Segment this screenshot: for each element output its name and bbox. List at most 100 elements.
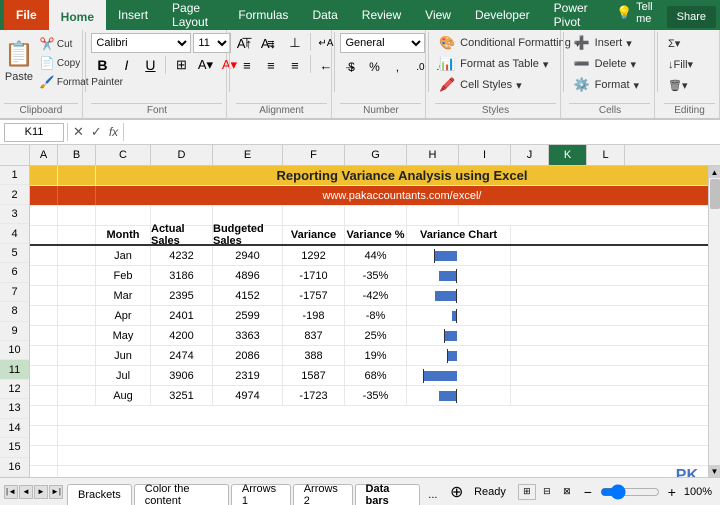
add-sheet-btn[interactable]: ⊕ [447,482,466,502]
col-header-f[interactable]: F [283,145,345,165]
align-center-button[interactable]: ≡ [260,55,282,75]
cancel-icon[interactable]: ✕ [71,124,86,140]
scroll-down-btn[interactable]: ▼ [709,465,720,477]
border-button[interactable]: ⊞ [170,55,192,75]
home-tab[interactable]: Home [49,0,106,30]
page-break-view-btn[interactable]: ⊠ [558,484,576,500]
share-btn[interactable]: Share [667,6,716,28]
italic-button[interactable]: I [115,55,137,75]
formula-input[interactable] [127,123,716,142]
underline-button[interactable]: U [139,55,161,75]
row-number-15[interactable]: 15 [0,438,29,457]
data-tab[interactable]: Data [300,0,349,30]
col-header-k[interactable]: K [549,145,587,165]
row-number-8[interactable]: 8 [0,302,29,321]
scroll-last-tab[interactable]: ►| [49,485,63,499]
row-number-12[interactable]: 12 [0,380,29,399]
row-number-3[interactable]: 3 [0,205,29,224]
scroll-next-tab[interactable]: ► [34,485,48,499]
format-as-table-button[interactable]: 📊 Format as Table ▾ [435,54,552,74]
row-number-14[interactable]: 14 [0,419,29,438]
formulas-tab[interactable]: Formulas [226,0,300,30]
accounting-button[interactable]: $ [340,57,362,77]
name-box[interactable] [4,123,64,142]
tell-me-btn[interactable]: 💡 Tell me [606,0,663,30]
empty-row-3 [30,206,708,226]
row-number-1[interactable]: 1 [0,166,29,185]
scroll-first-tab[interactable]: |◄ [4,485,18,499]
paste-button[interactable]: 📋 Paste [4,33,34,89]
insert-function-icon[interactable]: fx [107,125,120,139]
zoom-out-btn[interactable]: − [580,484,596,500]
row-number-13[interactable]: 13 [0,399,29,418]
page-layout-tab[interactable]: Page Layout [160,0,226,30]
fill-button[interactable]: ↓Fill▾ [664,54,697,74]
comma-button[interactable]: , [386,57,408,77]
bold-button[interactable]: B [91,55,113,75]
insert-tab[interactable]: Insert [106,0,160,30]
confirm-icon[interactable]: ✓ [89,124,104,140]
normal-view-btn[interactable]: ⊞ [518,484,536,500]
zoom-slider[interactable] [600,486,660,498]
insert-button[interactable]: ➕ Insert ▾ [569,33,635,53]
col-header-d[interactable]: D [151,145,213,165]
col-header-j[interactable]: J [511,145,549,165]
more-sheets-btn[interactable]: ... [422,484,443,505]
view-tab[interactable]: View [413,0,463,30]
row-number-4[interactable]: 4 [0,224,29,243]
row-number-10[interactable]: 10 [0,341,29,360]
col-header-h[interactable]: H [407,145,459,165]
number-format-select[interactable]: General [340,33,425,53]
col-header-i[interactable]: I [459,145,511,165]
ready-status: Ready [466,486,514,498]
data-row-jun: Jun 2474 2086 388 19% [30,346,708,366]
percent-button[interactable]: % [363,57,385,77]
zoom-in-btn[interactable]: + [664,484,680,500]
conditional-formatting-button[interactable]: 🎨 Conditional Formatting ▾ [435,33,584,53]
col-header-b[interactable]: B [58,145,96,165]
row-number-2[interactable]: 2 [0,185,29,204]
tab-color-content[interactable]: Color the content [134,484,229,505]
col-header-l[interactable]: L [587,145,625,165]
align-middle-button[interactable]: ≡ [260,33,282,53]
review-tab[interactable]: Review [350,0,413,30]
tab-arrows-2[interactable]: Arrows 2 [293,484,353,505]
col-header-g[interactable]: G [345,145,407,165]
format-button[interactable]: ⚙️ Format ▾ [569,75,643,95]
tab-brackets[interactable]: Brackets [67,484,132,505]
file-tab[interactable]: File [4,0,49,30]
align-top-button[interactable]: ⊤ [236,33,258,53]
row-number-5[interactable]: 5 [0,244,29,263]
cells-group: ➕ Insert ▾ ➖ Delete ▾ ⚙️ Format ▾ Cells [565,30,655,118]
align-bottom-button[interactable]: ⊥ [284,33,306,53]
font-size-select[interactable]: 11 [193,33,231,53]
autosum-button[interactable]: Σ▾ [664,33,684,53]
developer-tab[interactable]: Developer [463,0,542,30]
page-layout-view-btn[interactable]: ⊟ [538,484,556,500]
col-header-a[interactable]: A [30,145,58,165]
fill-color-button[interactable]: A▾ [194,55,216,75]
scroll-up-btn[interactable]: ▲ [709,166,720,178]
col-header-e[interactable]: E [213,145,283,165]
data-row-feb: Feb 3186 4896 -1710 -35% [30,266,708,286]
clear-button[interactable]: 🗑▾ [664,75,692,95]
delete-button[interactable]: ➖ Delete ▾ [569,54,640,74]
data-row-may: May 4200 3363 837 25% [30,326,708,346]
row-number-7[interactable]: 7 [0,283,29,302]
row-number-9[interactable]: 9 [0,322,29,341]
col-header-c[interactable]: C [96,145,151,165]
paste-icon: 📋 [4,40,34,69]
row-number-16[interactable]: 16 [0,458,29,477]
align-right-button[interactable]: ≡ [284,55,306,75]
row-number-11[interactable]: 11 [0,360,29,379]
power-pivot-tab[interactable]: Power Pivot [542,0,606,30]
tab-data-bars[interactable]: Data bars [355,484,421,505]
font-family-select[interactable]: Calibri [91,33,191,53]
tab-arrows-1[interactable]: Arrows 1 [231,484,291,505]
empty-row-16: PK [30,466,708,477]
cell-styles-button[interactable]: 🖍️ Cell Styles ▾ [435,75,526,95]
scroll-prev-tab[interactable]: ◄ [19,485,33,499]
corner-cell [0,145,30,165]
align-left-button[interactable]: ≡ [236,55,258,75]
row-number-6[interactable]: 6 [0,263,29,282]
